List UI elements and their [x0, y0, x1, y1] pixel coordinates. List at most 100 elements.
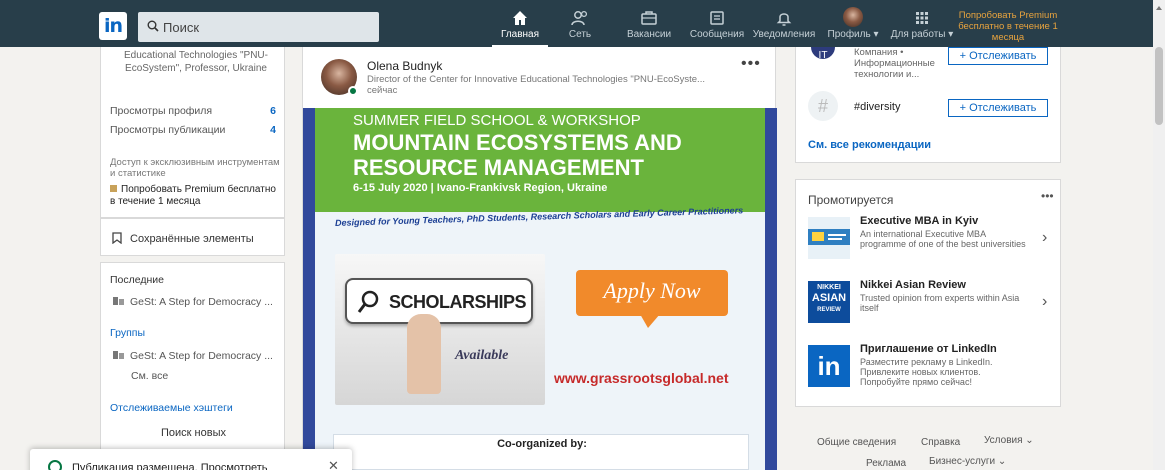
- ad-item-mba[interactable]: Executive MBA in Kyiv An international E…: [808, 215, 1058, 265]
- saved-items-label: Сохранённые элементы: [130, 233, 254, 245]
- author-avatar[interactable]: [321, 59, 358, 96]
- apply-now-text: Apply Now: [603, 278, 701, 303]
- group-item[interactable]: GeSt: A Step for Democracy ...: [112, 350, 273, 362]
- search-box[interactable]: [138, 12, 379, 42]
- nikkei-logo-line: REVIEW: [817, 307, 841, 313]
- nav-label: Уведомления: [752, 29, 816, 40]
- promoted-options-icon[interactable]: •••: [1041, 189, 1054, 203]
- co-organizers-box: Co-organized by:: [333, 434, 749, 470]
- profile-views-stat[interactable]: Просмотры профиля 6: [110, 105, 276, 117]
- search-icon: [147, 20, 159, 32]
- apply-now-graphic: Apply Now: [576, 270, 728, 328]
- try-premium-link[interactable]: Попробовать Premium бесплатно в течение …: [110, 184, 280, 208]
- poster-line-1: SUMMER FIELD SCHOOL & WORKSHOP: [353, 112, 641, 129]
- recent-item[interactable]: GeSt: A Step for Democracy ...: [112, 296, 273, 308]
- profile-headline: Educational Technologies "PNU-EcoSystem"…: [123, 50, 268, 74]
- magnifier-icon: [357, 290, 379, 313]
- followed-hashtags-heading[interactable]: Отслеживаемые хэштеги: [110, 402, 233, 414]
- scrollbar-thumb[interactable]: [1155, 47, 1163, 125]
- chevron-right-icon[interactable]: ›: [1042, 293, 1047, 311]
- premium-trial-link[interactable]: Попробовать Premium бесплатно в течение …: [952, 10, 1064, 43]
- chevron-right-icon[interactable]: ›: [1042, 229, 1047, 247]
- company-description: Компания • Информационные технологии и..…: [854, 47, 935, 80]
- group-item-label: GeSt: A Step for Democracy ...: [130, 350, 273, 362]
- follow-company-button[interactable]: + Отслеживать: [948, 47, 1048, 65]
- promoted-card: Промотируется ••• Executive MBA in Kyiv …: [795, 179, 1061, 407]
- stat-value: 6: [270, 105, 276, 117]
- speech-bubble-tail: [640, 314, 660, 328]
- post-options-icon[interactable]: •••: [741, 55, 761, 73]
- nav-label: Вакансии: [626, 29, 672, 40]
- nikkei-logo-line: ASIAN: [811, 292, 847, 304]
- see-all-recommendations-link[interactable]: См. все рекомендации: [808, 139, 931, 151]
- discover-more-link[interactable]: Поиск новых: [101, 427, 286, 439]
- footer-terms-link[interactable]: Условия ⌄: [984, 435, 1034, 446]
- follow-recommendations-card: IT Компания • Информационные технологии …: [795, 47, 1061, 163]
- poster-content: SUMMER FIELD SCHOOL & WORKSHOP MOUNTAIN …: [315, 108, 765, 470]
- online-status-icon: [348, 86, 358, 96]
- communities-card: Последние GeSt: A Step for Democracy ...…: [100, 262, 285, 470]
- scholarships-text: SCHOLARSHIPS: [389, 292, 527, 312]
- nav-label: Сообщения: [689, 29, 745, 40]
- nav-for-business[interactable]: Для работы ▾: [885, 7, 959, 47]
- grid-icon: [916, 12, 928, 24]
- group-icon: [113, 297, 124, 305]
- poster-dates: 6-15 July 2020 | Ivano-Frankivsk Region,…: [353, 182, 608, 194]
- author-headline: Director of the Center for Innovative Ed…: [367, 74, 705, 85]
- recent-heading: Последние: [110, 274, 165, 286]
- co-organized-label: Co-organized by:: [497, 438, 587, 450]
- nav-label: Сеть: [568, 29, 592, 40]
- nav-jobs[interactable]: Вакансии: [623, 7, 675, 47]
- nav-label: Главная: [500, 29, 540, 40]
- post-timestamp: сейчас: [367, 85, 398, 96]
- messages-icon: [710, 11, 724, 25]
- toast-message[interactable]: Публикация размещена. Просмотреть: [72, 462, 267, 470]
- page-scrollbar[interactable]: [1153, 0, 1165, 470]
- author-name[interactable]: Olena Budnyk: [367, 59, 442, 73]
- nav-notifications[interactable]: Уведомления: [751, 7, 817, 47]
- nav-label: Для работы ▾: [890, 29, 954, 40]
- footer-ads-link[interactable]: Реклама: [866, 458, 906, 469]
- company-logo-icon[interactable]: IT: [808, 47, 838, 69]
- scroll-up-arrow-icon[interactable]: [1156, 6, 1162, 10]
- try-premium-label: Попробовать Premium бесплатно в течение …: [110, 184, 276, 207]
- nikkei-logo-line: NIKKEI: [817, 284, 841, 291]
- saved-items-link[interactable]: Сохранённые элементы: [100, 218, 285, 256]
- nav-messages[interactable]: Сообщения: [688, 7, 746, 47]
- groups-heading[interactable]: Группы: [110, 327, 145, 339]
- hashtag-icon[interactable]: #: [808, 91, 838, 121]
- ad-description: An international Executive MBA programme…: [860, 229, 1026, 249]
- premium-icon: [110, 185, 117, 192]
- network-icon: [571, 10, 588, 26]
- bell-icon: [776, 13, 792, 26]
- nav-profile[interactable]: Профиль ▾: [822, 7, 884, 47]
- pointing-hand-graphic: [407, 314, 441, 394]
- footer-about-link[interactable]: Общие сведения: [817, 437, 896, 448]
- page-footer: Общие сведения Справка Условия ⌄ Реклама…: [795, 430, 1061, 470]
- available-text: Available: [455, 348, 509, 363]
- briefcase-icon: [641, 11, 657, 25]
- post-image[interactable]: SUMMER FIELD SCHOOL & WORKSHOP MOUNTAIN …: [303, 108, 777, 470]
- nav-network[interactable]: Сеть: [560, 7, 600, 47]
- poster-line-3: RESOURCE MANAGEMENT: [353, 155, 644, 180]
- footer-business-link[interactable]: Бизнес-услуги ⌄: [929, 456, 1006, 467]
- close-icon[interactable]: ✕: [328, 458, 339, 470]
- ad-title: Приглашение от LinkedIn: [860, 343, 997, 355]
- hashtag-name[interactable]: #diversity: [854, 101, 900, 113]
- nav-home[interactable]: Главная: [492, 7, 548, 47]
- search-input[interactable]: [163, 12, 373, 42]
- ad-description: Разместите рекламу в LinkedIn. Привлекит…: [860, 357, 993, 387]
- poster-url: www.grassrootsglobal.net: [554, 370, 729, 386]
- see-all-groups-link[interactable]: См. все: [131, 370, 168, 382]
- avatar: [843, 7, 863, 27]
- group-icon: [113, 351, 124, 359]
- home-icon: [513, 11, 527, 25]
- exclusive-tools-text: Доступ к эксклюзивным инструментам и ста…: [110, 157, 280, 179]
- linkedin-logo[interactable]: in: [99, 12, 127, 40]
- ad-item-linkedin[interactable]: in Приглашение от LinkedIn Разместите ре…: [808, 343, 1058, 399]
- follow-hashtag-button[interactable]: + Отслеживать: [948, 99, 1048, 117]
- post-views-stat[interactable]: Просмотры публикации 4: [110, 124, 276, 136]
- ad-item-nikkei[interactable]: NIKKEI ASIAN REVIEW Nikkei Asian Review …: [808, 279, 1058, 329]
- poster-header-band: SUMMER FIELD SCHOOL & WORKSHOP MOUNTAIN …: [315, 108, 765, 212]
- footer-help-link[interactable]: Справка: [921, 437, 960, 448]
